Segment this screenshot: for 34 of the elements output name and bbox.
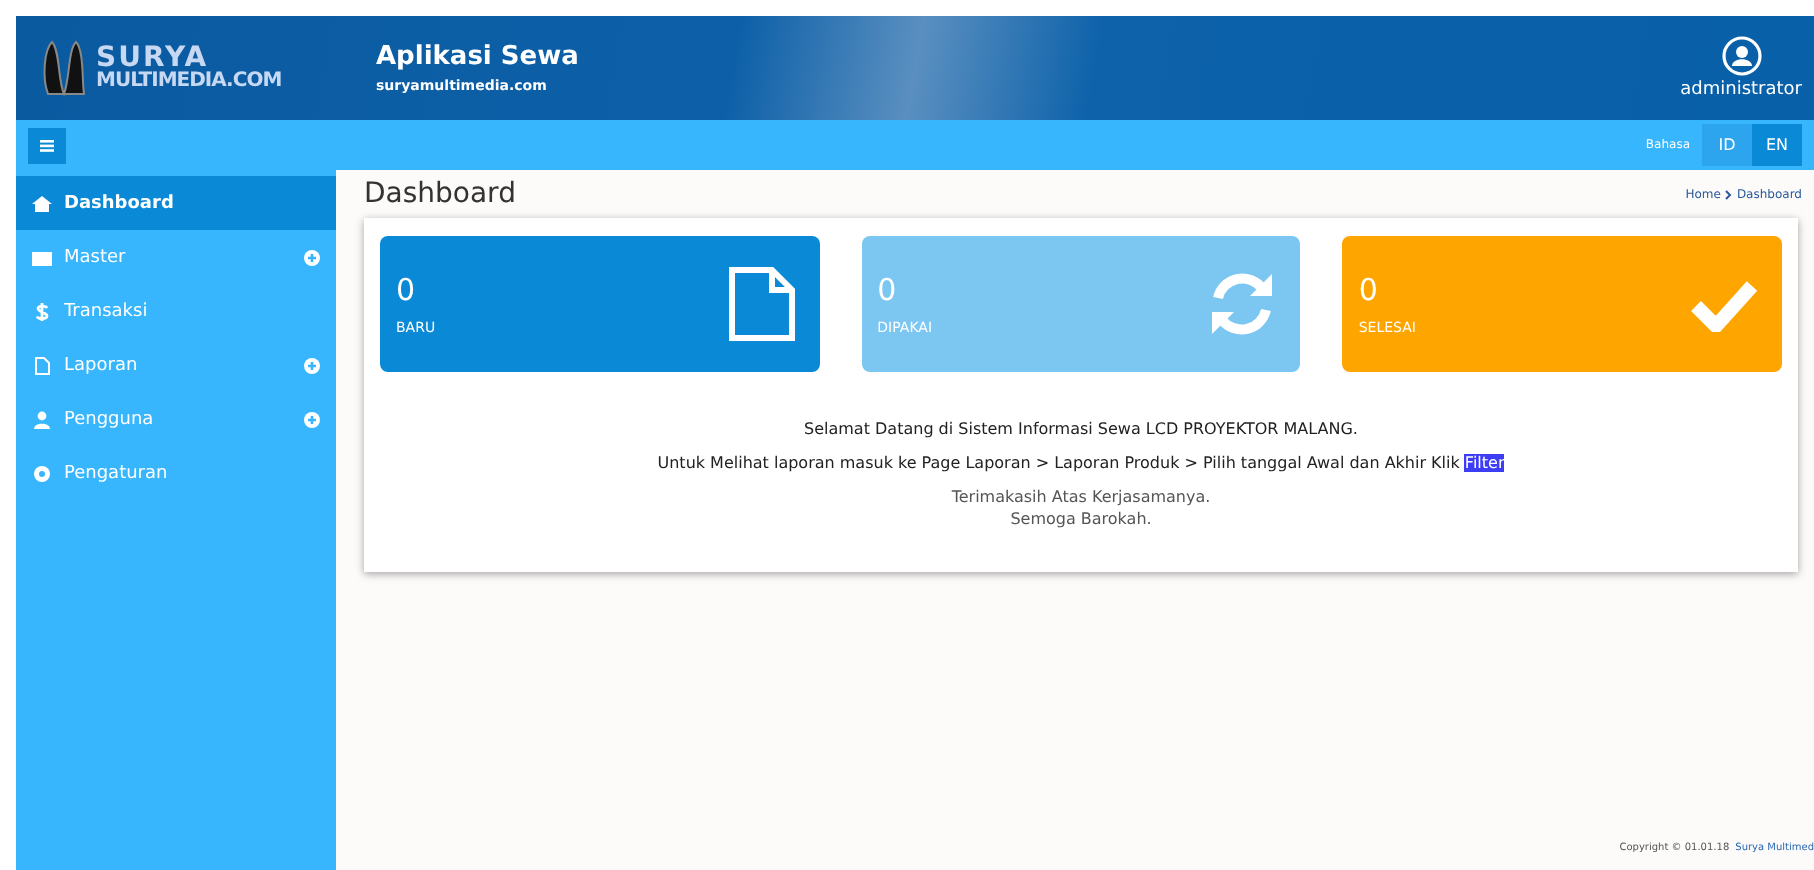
logo-text: SURYA [96,44,209,72]
home-icon [32,193,52,213]
sidebar-item[interactable]: Laporan [16,338,336,392]
logo-icon [40,38,88,98]
sidebar-item[interactable]: Transaksi [16,284,336,338]
refresh-icon [1208,270,1277,338]
sidebar-item[interactable]: Pengaturan [16,446,336,500]
blessing-text: Semoga Barokah. [1010,510,1152,528]
user-avatar-icon[interactable] [1721,36,1762,76]
instruction-text: Untuk Melihat laporan masuk ke Page Laporan > Laporan Produk > Pilih tanggal Awal dan Akhir Klik Filter [657,454,1505,472]
user-name[interactable]: administrator [1680,80,1802,100]
check-icon [1690,276,1759,332]
language-button[interactable]: EN [1752,124,1802,166]
welcome-text: Selamat Datang di Sistem Informasi Sewa LCD PROYEKTOR MALANG. [804,420,1358,438]
stat-value: 0 [1358,272,1380,308]
thanks-text: Terimakasih Atas Kerjasamanya. [951,488,1211,506]
stat-value: 0 [396,272,418,308]
chevron-icon [1724,189,1733,199]
menu-button[interactable] [28,127,66,163]
gear-icon [32,463,52,483]
user-icon [32,409,52,429]
app-title: Aplikasi Sewa [376,42,579,72]
language-button[interactable]: ID [1702,124,1752,166]
logo-text: MULTIMEDIA.COM [96,72,282,92]
sidebar-item[interactable]: Pengguna [16,392,336,446]
menu-icon [40,139,54,151]
sidebar-item[interactable]: Master [16,230,336,284]
card-icon [32,247,52,267]
file-icon [727,266,796,342]
sidebar-item[interactable]: Dashboard [16,176,336,230]
page-title: Dashboard [364,178,516,210]
stat-value: 0 [877,272,899,308]
dollar-icon [32,301,52,321]
file-icon [32,355,52,375]
